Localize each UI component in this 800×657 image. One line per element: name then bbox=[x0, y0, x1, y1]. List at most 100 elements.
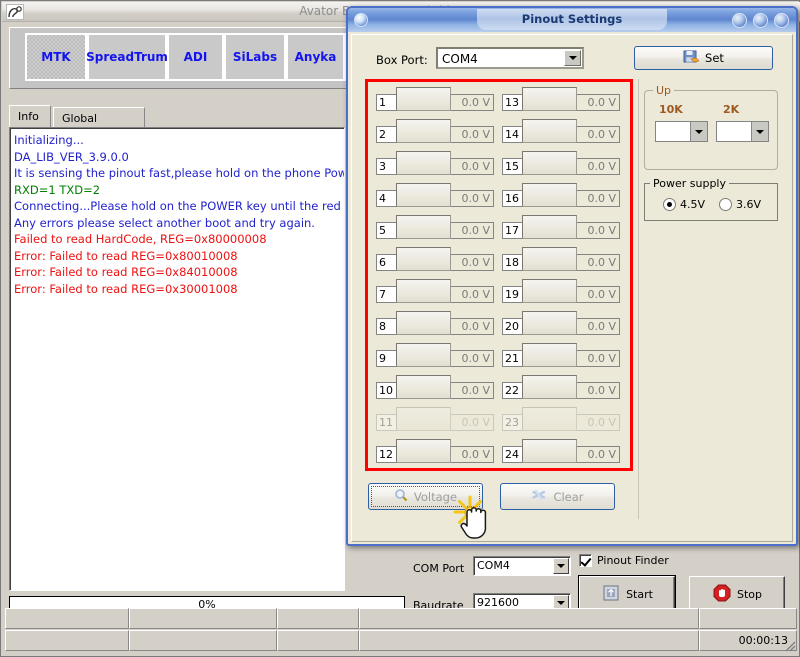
pin-row[interactable]: 1 0.0 V bbox=[376, 87, 494, 111]
pin-value-field[interactable] bbox=[396, 311, 451, 335]
pin-value-field[interactable] bbox=[522, 151, 577, 175]
pin-value-field[interactable] bbox=[396, 439, 451, 463]
pin-row[interactable]: 11 0.0 V bbox=[376, 407, 494, 431]
pin-row[interactable]: 16 0.0 V bbox=[502, 183, 620, 207]
pin-row[interactable]: 14 0.0 V bbox=[502, 119, 620, 143]
radio-3-6v[interactable]: 3.6V bbox=[719, 198, 761, 211]
pin-row[interactable]: 24 0.0 V bbox=[502, 439, 620, 463]
pin-value-field[interactable] bbox=[522, 247, 577, 271]
chevron-down-icon[interactable] bbox=[751, 122, 768, 141]
tab-global-settings[interactable]: Global Settings bbox=[53, 107, 145, 142]
pin-row[interactable]: 7 0.0 V bbox=[376, 279, 494, 303]
tab-info[interactable]: Info bbox=[9, 105, 51, 127]
set-button[interactable]: Set bbox=[634, 46, 773, 70]
pin-row[interactable]: 9 0.0 V bbox=[376, 343, 494, 367]
pin-value-field[interactable] bbox=[396, 343, 451, 367]
com-port-value: COM4 bbox=[477, 559, 510, 572]
pin-value-field[interactable] bbox=[396, 119, 451, 143]
pin-number: 6 bbox=[376, 254, 396, 271]
power-supply-legend: Power supply bbox=[650, 177, 729, 190]
brand-tab-silabs[interactable]: SiLabs bbox=[224, 33, 286, 81]
chevron-down-icon[interactable] bbox=[690, 122, 707, 141]
pin-value-field[interactable] bbox=[522, 279, 577, 303]
voltage-label: Voltage bbox=[413, 489, 458, 504]
stop-button[interactable]: Stop bbox=[689, 576, 785, 612]
radio-dot[interactable] bbox=[663, 198, 676, 211]
pin-row[interactable]: 21 0.0 V bbox=[502, 343, 620, 367]
res-2k-select[interactable] bbox=[716, 121, 769, 142]
log-output-panel[interactable]: Initializing... DA_LIB_VER_3.9.0.0 It is… bbox=[9, 127, 345, 591]
pin-value-field[interactable] bbox=[396, 407, 451, 431]
pin-row[interactable]: 2 0.0 V bbox=[376, 119, 494, 143]
res-10k-select[interactable] bbox=[655, 121, 708, 142]
pin-row[interactable]: 17 0.0 V bbox=[502, 215, 620, 239]
pin-voltage: 0.0 V bbox=[577, 414, 620, 431]
res-10k-label: 10K bbox=[659, 103, 683, 116]
pin-value-field[interactable] bbox=[522, 215, 577, 239]
chevron-down-icon[interactable] bbox=[564, 50, 581, 66]
clear-label: Clear bbox=[553, 489, 584, 504]
pullup-group: Up 10K 2K bbox=[644, 84, 778, 170]
dialog-system-orb-icon[interactable] bbox=[354, 13, 368, 27]
radio-4-5v[interactable]: 4.5V bbox=[663, 198, 705, 211]
pin-voltage: 0.0 V bbox=[451, 350, 494, 367]
com-port-select[interactable]: COM4 bbox=[473, 556, 571, 576]
clear-button[interactable]: Clear bbox=[500, 483, 615, 510]
pin-value-field[interactable] bbox=[522, 183, 577, 207]
brand-tab-spreadtrum[interactable]: SpreadTrum bbox=[86, 33, 168, 81]
pin-row[interactable]: 20 0.0 V bbox=[502, 311, 620, 335]
resize-grip[interactable] bbox=[782, 638, 796, 652]
pin-value-field[interactable] bbox=[522, 87, 577, 111]
pin-row[interactable]: 6 0.0 V bbox=[376, 247, 494, 271]
pin-value-field[interactable] bbox=[396, 151, 451, 175]
pin-value-field[interactable] bbox=[522, 439, 577, 463]
pin-value-field[interactable] bbox=[522, 407, 577, 431]
pin-row[interactable]: 18 0.0 V bbox=[502, 247, 620, 271]
pin-value-field[interactable] bbox=[522, 311, 577, 335]
brand-tab-mtk[interactable]: MTK bbox=[25, 33, 87, 81]
pin-voltage: 0.0 V bbox=[451, 382, 494, 399]
brand-tab-adi[interactable]: ADI bbox=[167, 33, 224, 81]
checkbox-box[interactable] bbox=[579, 554, 592, 567]
pin-voltage: 0.0 V bbox=[577, 158, 620, 175]
pin-row[interactable]: 10 0.0 V bbox=[376, 375, 494, 399]
status-cell bbox=[5, 608, 129, 629]
voltage-button[interactable]: Voltage bbox=[368, 483, 483, 510]
pin-value-field[interactable] bbox=[396, 375, 451, 399]
dialog-titlebar[interactable]: Pinout Settings bbox=[348, 8, 796, 32]
pin-number: 4 bbox=[376, 190, 396, 207]
pin-value-field[interactable] bbox=[396, 183, 451, 207]
pinout-finder-checkbox[interactable]: Pinout Finder bbox=[579, 554, 669, 567]
pin-row[interactable]: 5 0.0 V bbox=[376, 215, 494, 239]
start-button[interactable]: Start bbox=[578, 575, 676, 613]
log-line: Failed to read HardCode, REG=0x80000008 bbox=[14, 232, 267, 246]
box-port-select[interactable]: COM4 bbox=[436, 47, 584, 69]
pin-row[interactable]: 12 0.0 V bbox=[376, 439, 494, 463]
radio-dot[interactable] bbox=[719, 198, 732, 211]
maximize-orb-icon[interactable] bbox=[753, 13, 768, 28]
pin-value-field[interactable] bbox=[396, 87, 451, 111]
pin-voltage: 0.0 V bbox=[577, 350, 620, 367]
pin-value-field[interactable] bbox=[396, 215, 451, 239]
pin-row[interactable]: 4 0.0 V bbox=[376, 183, 494, 207]
stop-hand-icon bbox=[712, 583, 732, 606]
minimize-orb-icon[interactable] bbox=[732, 13, 747, 28]
pin-row[interactable]: 13 0.0 V bbox=[502, 87, 620, 111]
chevron-down-icon[interactable] bbox=[553, 558, 569, 574]
status-cell bbox=[699, 608, 797, 629]
pin-row[interactable]: 23 0.0 V bbox=[502, 407, 620, 431]
pin-row[interactable]: 3 0.0 V bbox=[376, 151, 494, 175]
pin-value-field[interactable] bbox=[522, 343, 577, 367]
pin-row[interactable]: 8 0.0 V bbox=[376, 311, 494, 335]
pin-value-field[interactable] bbox=[396, 247, 451, 271]
pin-voltage: 0.0 V bbox=[577, 382, 620, 399]
pin-value-field[interactable] bbox=[396, 279, 451, 303]
pin-row[interactable]: 15 0.0 V bbox=[502, 151, 620, 175]
pin-value-field[interactable] bbox=[522, 119, 577, 143]
save-disk-icon bbox=[683, 49, 700, 68]
brand-tab-anyka[interactable]: Anyka bbox=[286, 33, 345, 81]
close-orb-icon[interactable] bbox=[774, 13, 789, 28]
pin-value-field[interactable] bbox=[522, 375, 577, 399]
pin-row[interactable]: 22 0.0 V bbox=[502, 375, 620, 399]
pin-row[interactable]: 19 0.0 V bbox=[502, 279, 620, 303]
